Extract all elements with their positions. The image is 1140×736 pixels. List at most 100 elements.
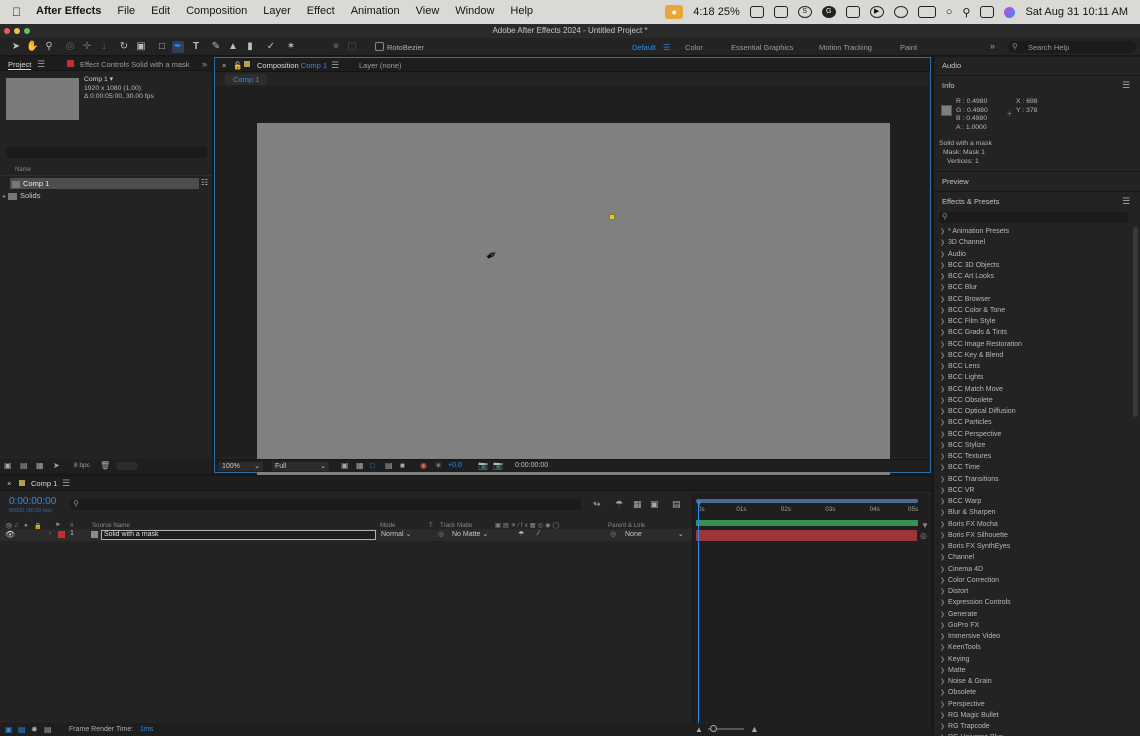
- menu-composition[interactable]: Composition: [186, 5, 247, 17]
- datetime[interactable]: Sat Aug 31 10:11 AM: [1025, 6, 1128, 18]
- shy-switch-icon[interactable]: ☂: [518, 530, 524, 538]
- show-snapshot-icon[interactable]: 📷: [493, 461, 503, 470]
- effects-scrollbar[interactable]: [1133, 227, 1138, 417]
- zoom-tool-icon[interactable]: ⚲: [43, 41, 55, 53]
- composition-menu-icon[interactable]: ☰: [331, 60, 339, 71]
- rectangle-tool-icon[interactable]: □: [156, 41, 168, 53]
- effects-category[interactable]: ❯RG Universe Blur: [934, 732, 1129, 736]
- timer-text[interactable]: 4:18 25%: [693, 6, 740, 18]
- effects-category[interactable]: ❯ Audio: [934, 249, 1129, 260]
- expand-arrow-icon[interactable]: ❯: [940, 488, 945, 494]
- exposure-reset-icon[interactable]: ✳: [435, 461, 442, 470]
- zoom-dropdown[interactable]: 100% ⌄: [219, 462, 263, 471]
- parent-dropdown[interactable]: None ⌄: [625, 530, 684, 538]
- workspace-default[interactable]: Default: [632, 43, 656, 52]
- effects-category[interactable]: ❯ BCC Optical Diffusion: [934, 406, 1129, 417]
- expand-arrow-icon[interactable]: ❯: [940, 375, 945, 381]
- tab-effect-controls[interactable]: Effect Controls Solid with a mask: [80, 60, 190, 69]
- menu-window[interactable]: Window: [455, 5, 494, 17]
- expand-arrow-icon[interactable]: ❯: [940, 252, 945, 258]
- effects-category[interactable]: ❯ Obsolete: [934, 687, 1129, 698]
- workspace-essential-graphics[interactable]: Essential Graphics: [731, 43, 794, 52]
- menu-view[interactable]: View: [416, 5, 440, 17]
- expand-arrow-icon[interactable]: ❯: [940, 297, 945, 303]
- expand-arrow-icon[interactable]: ❯: [940, 600, 945, 606]
- column-name[interactable]: Name: [15, 167, 31, 173]
- comp-mini-flowchart-icon[interactable]: ↬: [593, 499, 601, 510]
- effects-category[interactable]: ❯ RG Trapcode: [934, 721, 1129, 732]
- world-axis-icon[interactable]: ▢: [346, 41, 358, 53]
- effects-category[interactable]: ❯ BCC Color & Tone: [934, 305, 1129, 316]
- expand-arrow-icon[interactable]: ❯: [940, 285, 945, 291]
- grid-guides-icon[interactable]: ▤: [385, 461, 393, 470]
- menu-help[interactable]: Help: [510, 5, 533, 17]
- effects-category[interactable]: ❯ BCC Perspective: [934, 429, 1129, 440]
- effects-category[interactable]: ❯ * Animation Presets: [934, 226, 1129, 237]
- tab-project[interactable]: Project: [8, 60, 32, 70]
- brush-tool-icon[interactable]: ✎: [210, 41, 222, 53]
- expand-arrow-icon[interactable]: ❯: [940, 420, 945, 426]
- effects-category[interactable]: ❯ BCC Textures: [934, 451, 1129, 462]
- maximize-window-button[interactable]: [24, 28, 30, 34]
- in-out-toggle-icon[interactable]: ✸: [31, 725, 38, 734]
- column-t[interactable]: T: [429, 522, 433, 529]
- menu-file[interactable]: File: [117, 5, 135, 17]
- 3d-view-icon[interactable]: ■: [400, 461, 405, 470]
- effects-category[interactable]: ❯ BCC Image Restoration: [934, 339, 1129, 350]
- expand-arrow-icon[interactable]: ❯: [940, 229, 945, 235]
- grammarly-icon[interactable]: G: [821, 6, 836, 18]
- microphone-icon[interactable]: ●: [665, 5, 684, 19]
- effects-category[interactable]: ❯ BCC Blur: [934, 282, 1129, 293]
- eraser-tool-icon[interactable]: ▮: [244, 41, 256, 53]
- effects-category[interactable]: ❯ Boris FX Mocha: [934, 519, 1129, 530]
- control-center-icon[interactable]: [980, 6, 995, 18]
- effects-search-input[interactable]: ⚲: [939, 212, 1128, 223]
- s-app-icon[interactable]: S: [797, 6, 812, 18]
- comp-marker-bin-icon[interactable]: ▼: [921, 521, 929, 530]
- region-of-interest-icon[interactable]: ▣: [341, 461, 349, 470]
- search-help-field[interactable]: ⚲ Search Help: [1008, 41, 1136, 53]
- effects-category[interactable]: ❯ BCC Match Move: [934, 384, 1129, 395]
- expand-arrow-icon[interactable]: ❯: [940, 240, 945, 246]
- layer-row[interactable]: 👁 › 1 Solid with a mask Normal ⌄ ◎ No Ma…: [0, 529, 692, 541]
- tab-composition[interactable]: Composition Comp 1: [257, 61, 327, 70]
- expand-arrow-icon[interactable]: ❯: [940, 690, 945, 696]
- expand-arrow-icon[interactable]: ❯: [940, 308, 945, 314]
- clock-icon[interactable]: [893, 6, 908, 18]
- effects-category[interactable]: ❯ BCC Film Style: [934, 316, 1129, 327]
- effects-category[interactable]: ❯ BCC Key & Blend: [934, 350, 1129, 361]
- keyboard-icon[interactable]: [845, 6, 860, 18]
- expand-arrow-icon[interactable]: ❯: [940, 589, 945, 595]
- effects-category[interactable]: ❯ Color Correction: [934, 575, 1129, 586]
- menu-animation[interactable]: Animation: [351, 5, 400, 17]
- close-window-button[interactable]: [4, 28, 10, 34]
- project-item-comp1[interactable]: Comp 1: [10, 178, 199, 189]
- render-queue-icon[interactable]: ➤: [53, 461, 60, 470]
- project-search-input[interactable]: [6, 147, 207, 158]
- timeline-search-input[interactable]: ⚲: [70, 499, 581, 510]
- effects-category[interactable]: ❯ BCC Stylize: [934, 440, 1129, 451]
- playhead-handle-icon[interactable]: ▼: [695, 499, 703, 508]
- zoom-out-icon[interactable]: ▲: [695, 725, 703, 734]
- project-item-solids[interactable]: ▸ Solids: [3, 190, 199, 201]
- battery-icon[interactable]: [917, 6, 936, 18]
- resolution-dropdown[interactable]: Full ⌄: [272, 462, 329, 471]
- expand-arrow-icon[interactable]: ▸: [3, 194, 6, 200]
- effects-category[interactable]: ❯ Noise & Grain: [934, 676, 1129, 687]
- effects-category[interactable]: ❯ BCC Warp: [934, 496, 1129, 507]
- expand-arrow-icon[interactable]: ❯: [940, 555, 945, 561]
- effects-category[interactable]: ❯ BCC Art Looks: [934, 271, 1129, 282]
- effects-category[interactable]: ❯ Distort: [934, 586, 1129, 597]
- expand-arrow-icon[interactable]: ❯: [940, 544, 945, 550]
- transfer-controls-toggle-icon[interactable]: ▤: [18, 725, 26, 734]
- expand-arrow-icon[interactable]: ❯: [940, 387, 945, 393]
- track-matte-dropdown[interactable]: No Matte ⌄: [452, 530, 488, 538]
- frame-blending-icon[interactable]: ▣: [650, 499, 659, 510]
- effects-category[interactable]: ❯ KeenTools: [934, 642, 1129, 653]
- comp-viewer[interactable]: ✒: [215, 86, 930, 479]
- siri-icon[interactable]: [1004, 6, 1016, 18]
- effects-category[interactable]: ❯ Boris FX SynthEyes: [934, 541, 1129, 552]
- expand-arrow-icon[interactable]: ❯: [940, 522, 945, 528]
- expand-arrow-icon[interactable]: ❯: [940, 319, 945, 325]
- expand-arrow-icon[interactable]: ❯: [940, 330, 945, 336]
